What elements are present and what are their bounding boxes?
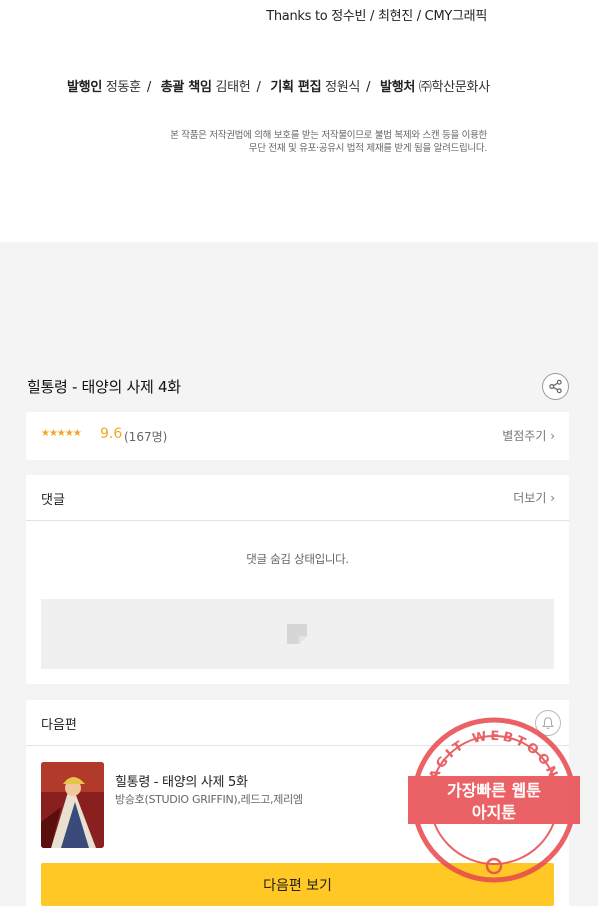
next-episode-authors: 방승호(STUDIO GRIFFIN),레드고,제리엠 — [115, 793, 303, 806]
svg-text:가장빠른 웹툰: 가장빠른 웹툰 — [447, 781, 541, 800]
star-rating-icon: ★★★★★ — [41, 428, 82, 439]
publisher-credits: 발행인 정동훈 / 총괄 책임 김태헌 / 기획 편집 정원식 / 발행처 ㈜학산문화… — [67, 80, 490, 95]
episode-title: 힐통령 - 태양의 사제 4화 — [27, 378, 181, 396]
copyright-notice: 본 작품은 저작권법에 의해 보호를 받는 저작물이므로 불법 복제와 스캔 등… — [170, 129, 487, 155]
issuer-label: 발행처 — [380, 80, 416, 95]
publisher-label: 발행인 — [67, 80, 102, 95]
chief-label: 총괄 책임 — [160, 80, 212, 95]
comment-card: 댓글 더보기 › 댓글 숨김 상태입니다. — [26, 475, 569, 684]
comments-hidden-message: 댓글 숨김 상태입니다. — [246, 552, 349, 566]
share-button[interactable] — [542, 373, 569, 400]
editor-name: 정원식 — [325, 80, 361, 95]
copyright-line: 무단 전재 및 유포·공유시 법적 제재를 받게 됨을 알려드립니다. — [248, 143, 488, 154]
svg-text:아지툰: 아지툰 — [472, 803, 516, 822]
next-episode-label: 다음편 — [41, 718, 77, 733]
thanks-text: Thanks to 정수빈 / 최현진 / CMY그래픽 — [266, 9, 487, 24]
next-episode-thumbnail[interactable] — [41, 762, 104, 848]
share-icon — [549, 379, 562, 394]
issuer-name: ㈜학산문화사 — [418, 80, 490, 95]
site-watermark-stamp: AGIT WEBTOON 가장빠른 웹툰 아지툰 — [408, 717, 580, 883]
copyright-line: 본 작품은 저작권법에 의해 보호를 받는 저작물이므로 불법 복제와 스캔 등… — [170, 130, 487, 141]
next-episode-title[interactable]: 힐통령 - 태양의 사제 5화 — [115, 771, 248, 790]
comment-header: 댓글 더보기 › — [26, 475, 569, 521]
rate-button[interactable]: 별점주기 › — [502, 427, 555, 444]
rating-score: 9.6 — [100, 426, 123, 442]
comment-more-link[interactable]: 더보기 › — [513, 489, 555, 506]
comment-title: 댓글 — [41, 493, 65, 508]
editor-label: 기획 편집 — [270, 80, 322, 95]
image-placeholder-icon — [287, 624, 307, 644]
chief-name: 김태헌 — [215, 80, 251, 95]
credits-section: Thanks to 정수빈 / 최현진 / CMY그래픽 발행인 정동훈 / 총괄… — [0, 0, 598, 242]
rating-count: (167명) — [124, 430, 168, 444]
rating-card: ★★★★★ 9.6 (167명) 별점주기 › — [26, 412, 569, 460]
publisher-name: 정동훈 — [105, 80, 141, 95]
ad-placeholder[interactable] — [41, 599, 554, 669]
